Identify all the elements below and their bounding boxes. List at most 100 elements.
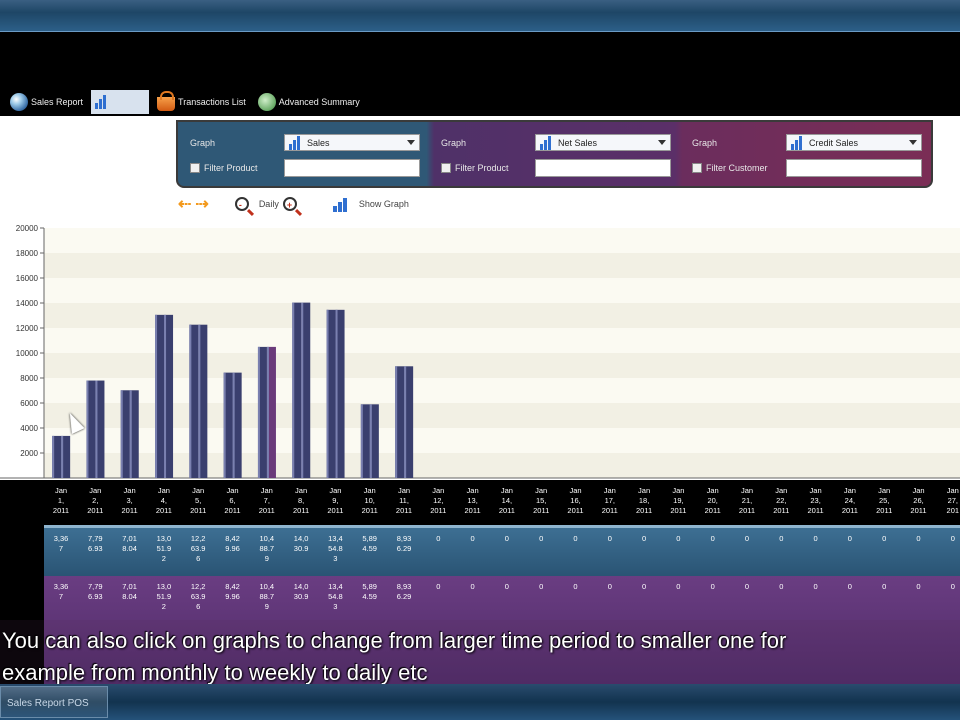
- date-header-cell[interactable]: Jan 10, 2011: [353, 486, 387, 516]
- sales-value-cell: 0: [779, 534, 784, 543]
- date-header-cell[interactable]: Jan 14, 2011: [490, 486, 524, 516]
- sales-value-cell: 0: [436, 534, 441, 543]
- bar[interactable]: [360, 404, 379, 478]
- bar[interactable]: [292, 302, 311, 478]
- net-sales-value-cell: 3,36 7: [53, 582, 69, 601]
- sales-value-cell: 3,36 7: [53, 534, 69, 553]
- net-sales-value-cell: 10,4 88.7 9: [259, 582, 275, 611]
- sales-value-cell: 0: [539, 534, 544, 543]
- date-header-cell[interactable]: Jan 16, 2011: [559, 486, 593, 516]
- y-tick-label: 12000: [16, 324, 39, 333]
- chevron-down-icon: [658, 140, 666, 145]
- date-header-cell[interactable]: Jan 19, 2011: [661, 486, 695, 516]
- date-header-cell[interactable]: Jan 25, 2011: [867, 486, 901, 516]
- date-header-cell[interactable]: Jan 1, 2011: [44, 486, 78, 516]
- report-toolbar: Sales Report Transactions List Advanced …: [0, 88, 960, 116]
- graph-select-sales[interactable]: Sales: [284, 134, 420, 151]
- date-header-cell[interactable]: Jan 15, 2011: [524, 486, 558, 516]
- date-header-cell[interactable]: Jan 4, 2011: [147, 486, 181, 516]
- bar[interactable]: [86, 380, 105, 478]
- grid-band: [44, 353, 960, 378]
- sales-value-cell: 0: [813, 534, 818, 543]
- date-header-cell[interactable]: Jan 17, 2011: [593, 486, 627, 516]
- sales-value-cell: 13,4 54.8 3: [328, 534, 343, 563]
- y-tick-label: 8000: [20, 374, 38, 383]
- net-sales-value-cell: 0: [779, 582, 784, 591]
- checkbox-box[interactable]: [692, 163, 702, 173]
- bar[interactable]: [257, 346, 276, 478]
- tab-transactions-list[interactable]: Transactions List: [153, 90, 250, 114]
- scroll-right-arrow-icon[interactable]: ⇢: [195, 194, 208, 214]
- tab-sales-report[interactable]: Sales Report: [6, 90, 87, 114]
- date-header-cell[interactable]: Jan 13, 2011: [456, 486, 490, 516]
- header-band: [0, 32, 960, 90]
- date-header-cell[interactable]: Jan 2, 2011: [78, 486, 112, 516]
- chevron-down-icon: [407, 140, 415, 145]
- date-header-cell[interactable]: Jan 18, 2011: [627, 486, 661, 516]
- filter-product-input[interactable]: [535, 159, 671, 177]
- zoom-out-icon[interactable]: -: [234, 197, 249, 211]
- filter-product-input[interactable]: [284, 159, 420, 177]
- y-tick-label: 20000: [16, 224, 39, 233]
- sales-value-cell: 13,0 51.9 2: [156, 534, 172, 563]
- date-header-cell[interactable]: Jan 3, 2011: [113, 486, 147, 516]
- grid-band: [44, 228, 960, 253]
- date-header-cell[interactable]: Jan 24, 2011: [833, 486, 867, 516]
- date-header-cell[interactable]: Jan 23, 2011: [799, 486, 833, 516]
- graph-label: Graph: [692, 138, 718, 148]
- bar[interactable]: [155, 314, 174, 478]
- filter-customer-input[interactable]: [786, 159, 922, 177]
- date-header-cell[interactable]: Jan 20, 2011: [696, 486, 730, 516]
- net-sales-value-cell: 13,4 54.8 3: [328, 582, 343, 611]
- date-header-cell[interactable]: Jan 21, 2011: [730, 486, 764, 516]
- net-sales-value-cell: 0: [813, 582, 818, 591]
- summary-icon: [257, 93, 276, 111]
- tab-advanced-summary[interactable]: Advanced Summary: [254, 90, 364, 114]
- bar[interactable]: [395, 366, 414, 478]
- tab-graph[interactable]: [91, 90, 150, 114]
- zoom-in-icon[interactable]: +: [282, 197, 297, 211]
- net-sales-value-cell: 5,89 4.59: [362, 582, 377, 601]
- date-header-cell[interactable]: Jan 8, 2011: [284, 486, 318, 516]
- bar[interactable]: [189, 324, 208, 478]
- checkbox-box[interactable]: [441, 163, 451, 173]
- date-header-cell[interactable]: Jan 5, 2011: [181, 486, 215, 516]
- date-header-cell[interactable]: Jan 22, 2011: [764, 486, 798, 516]
- date-header-cell[interactable]: Jan 26, 2011: [902, 486, 936, 516]
- date-header-cell[interactable]: Jan 11, 2011: [387, 486, 421, 516]
- graph-select-net-sales[interactable]: Net Sales: [535, 134, 671, 151]
- bar-chart-icon[interactable]: [332, 196, 351, 212]
- tab-sales-report-label: Sales Report: [31, 97, 84, 107]
- net-sales-value-cell: 0: [676, 582, 681, 591]
- date-header-cell[interactable]: Jan 6, 2011: [216, 486, 250, 516]
- sales-values-row: 3,36 7 7,79 6.93 7,01 8.04 13,0 51.9 2 12,2 …: [44, 528, 960, 576]
- date-header-cell[interactable]: Jan 7, 2011: [250, 486, 284, 516]
- filter-product-checkbox[interactable]: Filter Product: [190, 163, 258, 173]
- chevron-down-icon: [909, 140, 917, 145]
- filter-customer-checkbox[interactable]: Filter Customer: [692, 163, 768, 173]
- show-graph-button[interactable]: Show Graph: [359, 199, 409, 209]
- bar[interactable]: [120, 390, 139, 478]
- taskbar-app-button[interactable]: Sales Report POS: [0, 686, 108, 718]
- sales-value-cell: 0: [573, 534, 578, 543]
- checkbox-box[interactable]: [190, 163, 200, 173]
- sales-value-cell: 8,93 6.29: [396, 534, 412, 553]
- sales-value-cell: 0: [744, 534, 750, 543]
- sales-value-cell: 0: [607, 534, 612, 543]
- grid-band: [44, 253, 960, 278]
- grid-band: [44, 428, 960, 453]
- bar[interactable]: [326, 309, 345, 478]
- net-sales-value-cell: 0: [504, 582, 509, 591]
- scroll-left-arrow-icon[interactable]: ⇠: [178, 194, 191, 214]
- date-header-cell[interactable]: Jan 12, 2011: [421, 486, 455, 516]
- sales-bar-chart[interactable]: 20000 18000 16000 14000 12000 10000 8000 6000 40…: [0, 222, 960, 480]
- date-header-cell[interactable]: Jan 9, 2011: [318, 486, 352, 516]
- bar[interactable]: [223, 372, 242, 478]
- date-header-cell[interactable]: Jan 27, 201: [936, 486, 960, 516]
- bar[interactable]: [52, 435, 71, 478]
- graph-select-credit-sales[interactable]: Credit Sales: [786, 134, 922, 151]
- bar-chart-icon: [95, 95, 109, 109]
- y-tick-label: 2000: [20, 449, 38, 458]
- filter-product-checkbox[interactable]: Filter Product: [441, 163, 509, 173]
- net-sales-value-cell: 0: [470, 582, 475, 591]
